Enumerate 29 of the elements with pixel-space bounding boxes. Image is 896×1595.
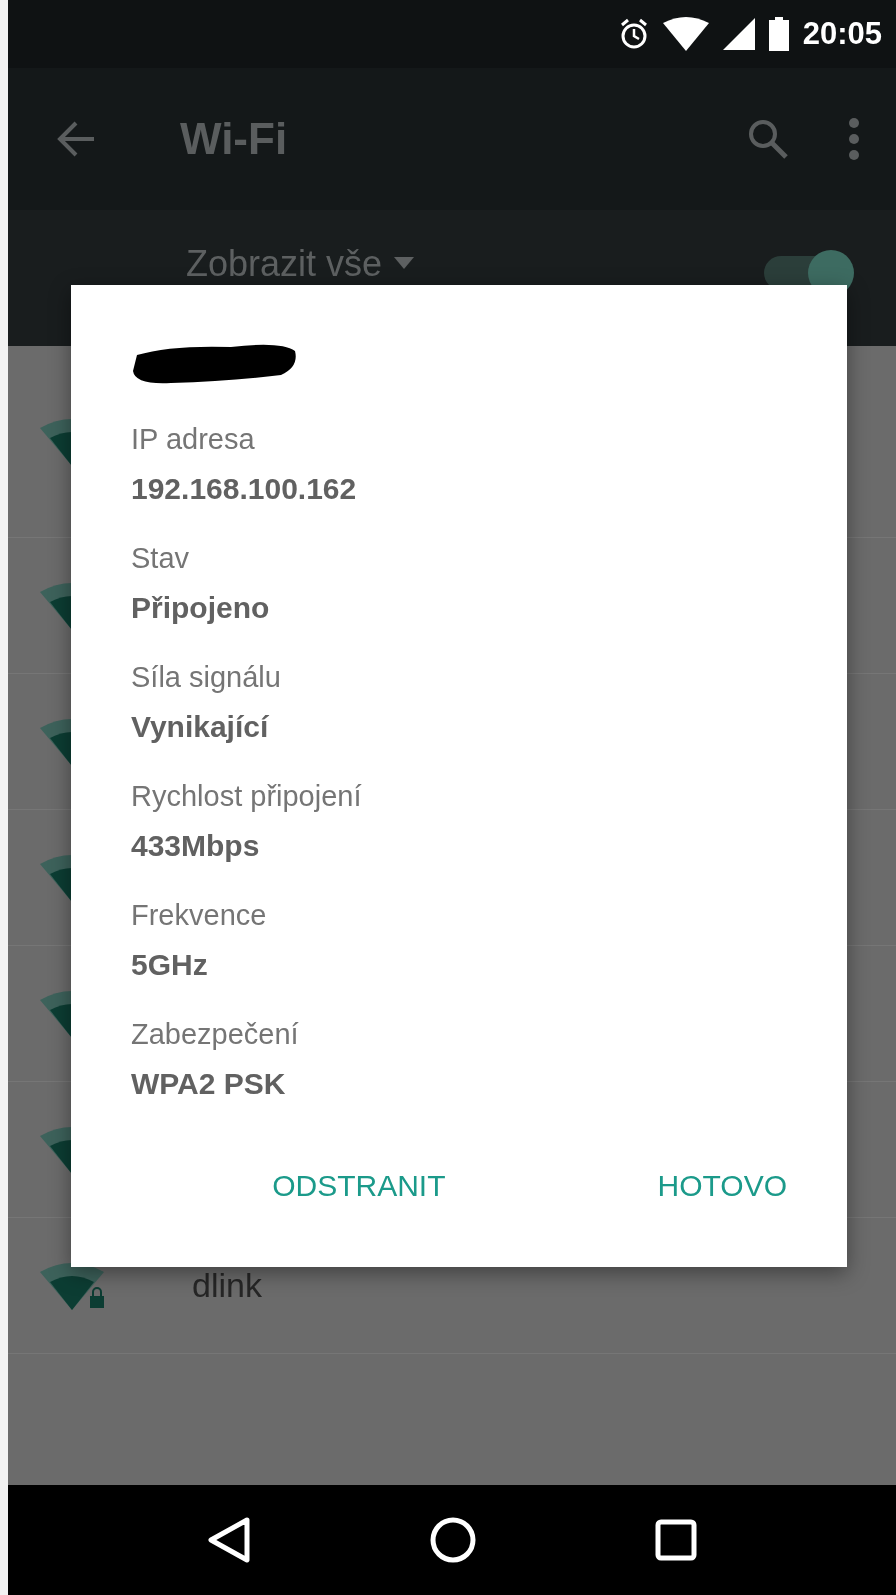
wifi-signal-icon bbox=[662, 17, 709, 51]
field-label: IP adresa bbox=[131, 423, 256, 456]
battery-icon bbox=[768, 17, 789, 51]
recents-nav-icon[interactable] bbox=[654, 1519, 697, 1561]
field-value: Vynikající bbox=[131, 710, 270, 744]
dialog-button[interactable]: ODSTRANIT bbox=[266, 1161, 452, 1211]
search-icon[interactable] bbox=[746, 117, 790, 161]
network-name[interactable]: dlink bbox=[192, 1266, 262, 1305]
alarm-clock-icon bbox=[618, 18, 649, 50]
field-label: Stav bbox=[131, 542, 191, 575]
field-value: Připojeno bbox=[131, 591, 271, 625]
cell-signal-icon bbox=[722, 18, 755, 50]
field-value: 5GHz bbox=[131, 948, 209, 982]
field-value: 192.168.100.162 bbox=[131, 472, 358, 506]
home-nav-icon[interactable] bbox=[430, 1517, 476, 1563]
field-label: Frekvence bbox=[131, 899, 268, 932]
dialog-button[interactable]: HOTOVO bbox=[651, 1161, 793, 1211]
field-label: Rychlost připojení bbox=[131, 780, 363, 813]
caret-icon bbox=[394, 257, 415, 269]
field-value: 433Mbps bbox=[131, 829, 261, 863]
back-arrow-icon[interactable] bbox=[56, 121, 96, 157]
field-value: WPA2 PSK bbox=[131, 1067, 287, 1101]
more-options-icon[interactable] bbox=[848, 117, 860, 161]
back-nav-icon[interactable] bbox=[207, 1517, 252, 1563]
field-label: Síla signálu bbox=[131, 661, 282, 694]
field-label: Zabezpečení bbox=[131, 1018, 300, 1051]
status-time: 20:05 bbox=[802, 16, 882, 52]
screen-title: Wi-Fi bbox=[180, 114, 289, 164]
locked-wifi-icon bbox=[40, 1261, 104, 1310]
